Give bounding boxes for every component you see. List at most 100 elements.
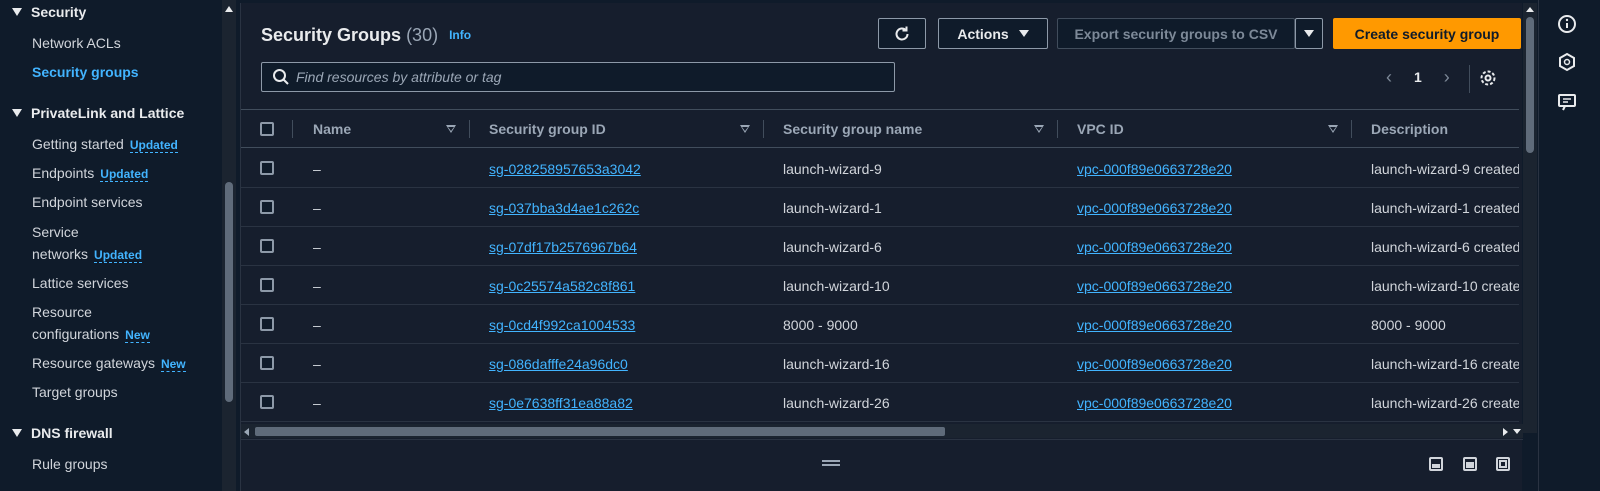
row-checkbox[interactable] [260,239,274,253]
sort-icon[interactable] [446,125,456,133]
search-bar[interactable] [261,62,895,92]
security-group-id-link[interactable]: sg-028258957653a3042 [489,149,641,188]
sidebar-item-service-networks[interactable]: Service networks Updated [32,224,143,263]
vertical-scroll-thumb[interactable] [1526,17,1534,153]
sidebar-item-label: Rule groups [32,456,108,472]
cell-group-name: launch-wizard-16 [783,355,890,372]
sidebar-item-network-acls[interactable]: Network ACLs [32,35,121,51]
table-row[interactable]: – sg-0c25574a582c8f861 launch-wizard-10 … [241,266,1519,305]
layout-side-icon[interactable] [1463,457,1477,471]
select-all-checkbox[interactable] [260,122,274,136]
vpc-id-link[interactable]: vpc-000f89e0663728e20 [1077,383,1232,422]
scroll-right-arrow-icon[interactable] [1503,428,1508,436]
table-row[interactable]: – sg-086dafffe24a96dc0 launch-wizard-16 … [241,344,1519,383]
info-icon[interactable] [1557,14,1577,34]
new-badge[interactable]: New [160,357,186,372]
sidebar-item-target-groups[interactable]: Target groups [32,384,118,400]
search-input[interactable] [296,69,876,85]
actions-dropdown[interactable]: Actions [938,18,1048,49]
sidebar-item-getting-started[interactable]: Getting started Updated [32,136,178,153]
sort-icon[interactable] [1328,125,1338,133]
column-header-description[interactable]: Description [1371,110,1519,148]
column-header-name[interactable]: Name [313,110,456,148]
sidebar-section-privatelink[interactable]: PrivateLink and Lattice [12,105,184,121]
sidebar-scroll-thumb[interactable] [225,182,233,402]
sort-icon[interactable] [740,125,750,133]
chevron-left-icon[interactable]: ‹ [1386,67,1392,88]
sidebar-item-rule-groups[interactable]: Rule groups [32,456,108,472]
vpc-id-link[interactable]: vpc-000f89e0663728e20 [1077,227,1232,266]
cell-group-name: 8000 - 9000 [783,316,858,333]
scroll-down-arrow-icon[interactable] [1513,429,1521,434]
horizontal-scroll-thumb[interactable] [255,427,945,436]
scroll-up-arrow-icon[interactable] [225,6,233,12]
table-row[interactable]: – sg-037bba3d4ae1c262c launch-wizard-1 v… [241,188,1519,227]
table-row[interactable]: – sg-07df17b2576967b64 launch-wizard-6 v… [241,227,1519,266]
vpc-id-link[interactable]: vpc-000f89e0663728e20 [1077,305,1232,344]
row-checkbox[interactable] [260,317,274,331]
table-row[interactable]: – sg-0cd4f992ca1004533 8000 - 9000 vpc-0… [241,305,1519,344]
column-divider[interactable] [1057,120,1058,138]
security-group-id-link[interactable]: sg-07df17b2576967b64 [489,227,637,266]
cell-name: – [313,277,321,294]
scroll-up-arrow-icon[interactable] [1526,7,1534,12]
feedback-icon[interactable] [1557,92,1577,112]
layout-bottom-icon[interactable] [1429,457,1443,471]
vpc-id-link[interactable]: vpc-000f89e0663728e20 [1077,188,1232,227]
security-group-id-link[interactable]: sg-0cd4f992ca1004533 [489,305,635,344]
export-csv-button[interactable]: Export security groups to CSV [1057,18,1295,49]
sidebar-item-endpoint-services[interactable]: Endpoint services [32,194,143,210]
column-divider[interactable] [469,120,470,138]
vpc-id-link[interactable]: vpc-000f89e0663728e20 [1077,344,1232,383]
sidebar-scrollbar[interactable] [222,0,236,491]
column-divider[interactable] [763,120,764,138]
cloudshell-icon[interactable] [1557,52,1577,72]
vpc-id-link[interactable]: vpc-000f89e0663728e20 [1077,149,1232,188]
updated-badge[interactable]: Updated [100,167,149,182]
refresh-button[interactable] [878,18,926,49]
layout-full-icon[interactable] [1496,457,1510,471]
info-link[interactable]: Info [449,28,471,42]
row-checkbox[interactable] [260,395,274,409]
security-group-id-link[interactable]: sg-086dafffe24a96dc0 [489,344,628,383]
security-group-id-link[interactable]: sg-037bba3d4ae1c262c [489,188,639,227]
cell-description: launch-wizard-9 created [1371,160,1519,177]
column-header-label: Security group ID [489,121,606,137]
sort-icon[interactable] [1034,125,1044,133]
sidebar-item-security-groups[interactable]: Security groups [32,64,139,80]
create-security-group-button[interactable]: Create security group [1333,18,1521,49]
sidebar-item-resource-gateways[interactable]: Resource gateways New [32,355,186,372]
resize-handle-icon[interactable] [822,460,840,466]
column-header-security-group-name[interactable]: Security group name [783,110,1047,148]
sidebar-item-lattice-services[interactable]: Lattice services [32,275,128,291]
main-vertical-scrollbar[interactable] [1523,3,1537,433]
new-badge[interactable]: New [125,328,150,343]
column-header-security-group-id[interactable]: Security group ID [489,110,753,148]
updated-badge[interactable]: Updated [129,138,178,153]
security-group-id-link[interactable]: sg-0c25574a582c8f861 [489,266,635,305]
page-number[interactable]: 1 [1414,69,1422,85]
export-label: Export security groups to CSV [1074,25,1278,42]
row-checkbox[interactable] [260,161,274,175]
row-checkbox[interactable] [260,200,274,214]
sidebar-item-endpoints[interactable]: Endpoints Updated [32,165,149,182]
table-row[interactable]: – sg-028258957653a3042 launch-wizard-9 v… [241,149,1519,188]
column-divider[interactable] [1351,120,1352,138]
chevron-right-icon[interactable]: › [1444,67,1450,88]
search-icon [273,69,289,85]
vpc-id-link[interactable]: vpc-000f89e0663728e20 [1077,266,1232,305]
security-group-id-link[interactable]: sg-0e7638ff31ea88a82 [489,383,633,422]
sidebar-item-resource-configurations[interactable]: Resource configurations New [32,304,150,343]
gear-icon[interactable] [1478,68,1498,88]
column-header-vpc-id[interactable]: VPC ID [1077,110,1341,148]
sidebar-item-label: Getting started [32,136,124,152]
sidebar-section-dns-firewall[interactable]: DNS firewall [12,425,113,441]
export-dropdown-button[interactable] [1295,18,1323,49]
row-checkbox[interactable] [260,356,274,370]
table-row[interactable]: – sg-0e7638ff31ea88a82 launch-wizard-26 … [241,383,1519,422]
sidebar-section-security[interactable]: Security [12,4,86,20]
scroll-left-arrow-icon[interactable] [244,428,249,436]
updated-badge[interactable]: Updated [94,248,143,263]
table-horizontal-scrollbar[interactable] [241,424,1523,438]
row-checkbox[interactable] [260,278,274,292]
